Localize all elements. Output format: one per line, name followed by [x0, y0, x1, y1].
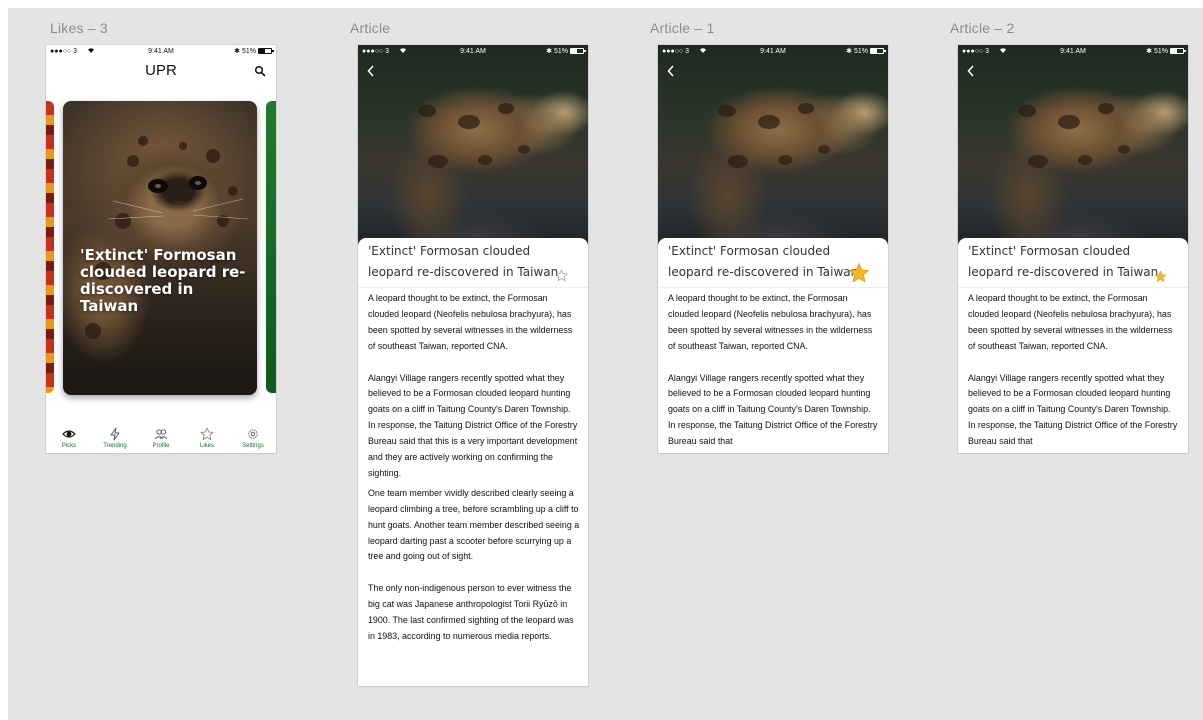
status-time: 9:41 AM: [760, 47, 786, 55]
divider: [358, 287, 588, 288]
star-filled-icon[interactable]: [1154, 270, 1167, 283]
tab-label: Settings: [242, 443, 264, 449]
eye-icon: [62, 430, 76, 438]
article-title: 'Extinct' Formosan clouded leopard re-di…: [668, 244, 859, 279]
frame-label-article-1: Article – 1: [650, 20, 715, 36]
paragraph-3: One team member vividly described clearl…: [368, 487, 580, 562]
status-bar: ●●●○○ 3 9:41 AM ✱ 51%: [358, 45, 588, 57]
star-outline-icon: [200, 427, 214, 440]
paragraph-2: Alangyi Village rangers recently spotted…: [968, 372, 1178, 447]
status-bar: ●●●○○ 3 9:41 AM ✱ 51%: [658, 45, 888, 57]
hero-image: [958, 45, 1188, 245]
carousel-card-next[interactable]: [266, 101, 276, 393]
divider: [958, 287, 1188, 288]
paragraph-1: A leopard thought to be extinct, the For…: [368, 293, 573, 351]
status-time: 9:41 AM: [460, 47, 486, 55]
card-headline[interactable]: 'Extinct' Formosan clouded leopard re-di…: [80, 247, 252, 315]
article-body: A leopard thought to be extinct, the For…: [968, 291, 1180, 453]
article-title: 'Extinct' Formosan clouded leopard re-di…: [968, 244, 1159, 279]
artboard-likes: ●●●○○ 3 9:41 AM ✱ 51% UPR 'Extinct' Form…: [46, 45, 276, 453]
status-time: 9:41 AM: [148, 47, 174, 55]
tab-bar: Picks Trending Profile Likes Settings: [46, 421, 276, 453]
design-canvas: Likes – 3 Article Article – 1 Article – …: [8, 8, 1203, 720]
tab-picks[interactable]: Picks: [49, 427, 89, 449]
battery-icon: [870, 48, 886, 54]
hero-image: [358, 45, 588, 245]
search-icon[interactable]: [254, 65, 266, 77]
lightning-icon: [110, 427, 120, 441]
tab-profile[interactable]: Profile: [141, 427, 181, 449]
paragraph-4: The only non-indigenous person to ever w…: [368, 583, 574, 641]
tab-settings[interactable]: Settings: [233, 427, 273, 449]
carousel-card-previous[interactable]: [46, 101, 54, 393]
artboard-article-1: ●●●○○ 3 9:41 AM ✱ 51% 'Extinct' Formosan…: [658, 45, 888, 453]
paragraph-1: A leopard thought to be extinct, the For…: [968, 293, 1173, 351]
gear-icon: [248, 429, 258, 439]
tab-label: Picks: [61, 443, 77, 449]
artboard-article-2: ●●●○○ 3 9:41 AM ✱ 51% 'Extinct' Formosan…: [958, 45, 1188, 453]
status-bar: ●●●○○ 3 9:41 AM ✱ 51%: [958, 45, 1188, 57]
article-title: 'Extinct' Formosan clouded leopard re-di…: [368, 244, 559, 279]
tab-label: Likes: [199, 443, 214, 449]
app-title: UPR: [145, 62, 177, 79]
paragraph-2: Alangyi Village rangers recently spotted…: [368, 372, 578, 478]
battery-icon: [1170, 48, 1186, 54]
tab-trending[interactable]: Trending: [95, 427, 135, 449]
article-body: A leopard thought to be extinct, the For…: [368, 291, 580, 661]
tab-label: Profile: [152, 443, 170, 449]
paragraph-1: A leopard thought to be extinct, the For…: [668, 293, 873, 351]
paragraph-2: Alangyi Village rangers recently spotted…: [668, 372, 878, 447]
frame-label-article-2: Article – 2: [950, 20, 1015, 36]
tab-label: Trending: [103, 443, 127, 449]
hero-image: [658, 45, 888, 245]
people-icon: [154, 429, 168, 440]
artboard-article: ●●●○○ 3 9:41 AM ✱ 51% 'Extinct' Formosan…: [358, 45, 588, 686]
frame-label-likes: Likes – 3: [50, 20, 108, 36]
back-chevron-icon[interactable]: [367, 65, 375, 77]
star-outline-icon[interactable]: [555, 269, 568, 282]
back-chevron-icon[interactable]: [667, 65, 675, 77]
frame-label-article: Article: [350, 20, 391, 36]
star-filled-icon[interactable]: [848, 262, 870, 284]
battery-icon: [570, 48, 586, 54]
status-bar: ●●●○○ 3 9:41 AM ✱ 51%: [46, 45, 276, 57]
status-time: 9:41 AM: [1060, 47, 1086, 55]
article-body: A leopard thought to be extinct, the For…: [668, 291, 880, 453]
battery-icon: [258, 48, 274, 54]
back-chevron-icon[interactable]: [967, 65, 975, 77]
divider: [658, 287, 888, 288]
tab-likes[interactable]: Likes: [187, 427, 227, 449]
